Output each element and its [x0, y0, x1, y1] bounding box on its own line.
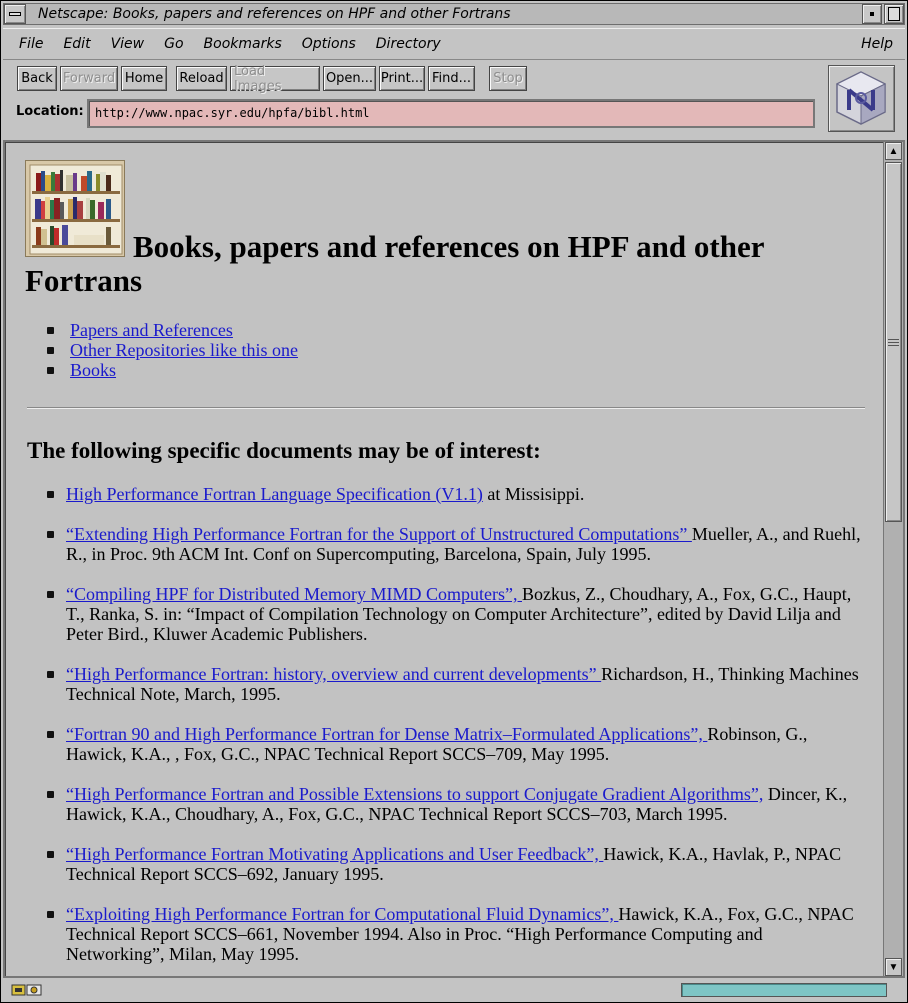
list-item: “High Performance Fortran Motivating App… [25, 844, 865, 884]
page-viewport[interactable]: Books, papers and references on HPF and … [3, 140, 905, 978]
load-images-button[interactable]: Load Images [230, 64, 320, 94]
bullet-icon [47, 347, 54, 354]
location-label: Location: [16, 104, 84, 119]
list-item: “Extending High Performance Fortran for … [25, 524, 865, 564]
scroll-down-arrow-icon[interactable]: ▼ [885, 958, 902, 976]
status-bar [3, 980, 905, 1001]
back-button[interactable]: Back [17, 66, 57, 91]
list-item: “Compiling HPF for Distributed Memory MI… [25, 584, 865, 644]
scroll-up-arrow-icon[interactable]: ▲ [885, 142, 902, 160]
reload-button[interactable]: Reload [176, 66, 227, 91]
minimize-icon[interactable] [862, 4, 882, 24]
page-title: Books, papers and references on HPF and … [25, 229, 764, 298]
title-bar[interactable]: Netscape: Books, papers and references o… [3, 3, 905, 25]
menu-directory[interactable]: Directory [376, 36, 441, 52]
document-citation: at Missisippi. [482, 484, 585, 504]
document-link[interactable]: “High Performance Fortran Motivating App… [66, 844, 603, 864]
menu-bar: File Edit View Go Bookmarks Options Dire… [3, 28, 905, 60]
bullet-icon [47, 491, 54, 498]
print-button[interactable]: Print... [379, 66, 425, 91]
page-content: Books, papers and references on HPF and … [5, 142, 883, 976]
bullet-icon [47, 791, 54, 798]
netscape-cube-logo[interactable] [828, 65, 895, 132]
open-button[interactable]: Open... [323, 66, 376, 91]
netscape-logo-graphic [835, 71, 887, 125]
menu-go[interactable]: Go [164, 36, 183, 52]
bullet-icon [47, 671, 54, 678]
menu-file[interactable]: File [19, 36, 43, 52]
list-item: Other Repositories like this one [25, 340, 298, 360]
menu-edit[interactable]: Edit [63, 36, 90, 52]
document-link[interactable]: “High Performance Fortran: history, over… [66, 664, 601, 684]
document-list: High Performance Fortran Language Specif… [25, 484, 865, 976]
find-button[interactable]: Find... [428, 66, 475, 91]
window-menu-icon[interactable] [4, 4, 26, 24]
list-item: High Performance Fortran Language Specif… [25, 484, 865, 504]
document-link[interactable]: High Performance Fortran Language Specif… [66, 484, 483, 504]
security-key-icon[interactable] [11, 983, 43, 997]
toc-link-repositories[interactable]: Other Repositories like this one [70, 340, 298, 360]
document-link[interactable]: “Exploiting High Performance Fortran for… [66, 904, 618, 924]
bullet-icon [47, 851, 54, 858]
bullet-icon [47, 731, 54, 738]
vertical-scrollbar[interactable]: ▲ ▼ [883, 142, 903, 976]
menu-bookmarks[interactable]: Bookmarks [204, 36, 282, 52]
list-item: Books [25, 360, 298, 380]
bullet-icon [47, 591, 54, 598]
list-item: Papers and References [25, 320, 298, 340]
document-link[interactable]: “High Performance Fortran and Possible E… [66, 784, 763, 804]
window-title: Netscape: Books, papers and references o… [38, 6, 511, 22]
scrollbar-thumb[interactable] [885, 162, 902, 522]
section-heading: The following specific documents may be … [27, 438, 541, 463]
maximize-icon[interactable] [884, 4, 904, 24]
list-item: “High Performance Fortran and Possible E… [25, 784, 865, 824]
progress-bar [681, 983, 887, 997]
bullet-icon [47, 531, 54, 538]
toc-link-papers[interactable]: Papers and References [70, 320, 233, 340]
stop-button[interactable]: Stop [489, 66, 527, 91]
menu-help[interactable]: Help [861, 36, 893, 52]
list-item: “Exploiting High Performance Fortran for… [25, 904, 865, 964]
forward-button[interactable]: Forward [60, 66, 118, 91]
list-item: “Fortran 90 and High Performance Fortran… [25, 724, 865, 764]
document-link[interactable]: “Extending High Performance Fortran for … [66, 524, 692, 544]
toolbar: Back Forward Home Reload Load Images Ope… [17, 64, 527, 94]
menu-options[interactable]: Options [302, 36, 356, 52]
browser-window: Netscape: Books, papers and references o… [0, 0, 908, 1003]
bullet-icon [47, 367, 54, 374]
home-button[interactable]: Home [121, 66, 167, 91]
table-of-contents: Papers and References Other Repositories… [25, 320, 298, 380]
toc-link-books[interactable]: Books [70, 360, 116, 380]
list-item: “High Performance Fortran: history, over… [25, 664, 865, 704]
menu-view[interactable]: View [111, 36, 145, 52]
document-link[interactable]: “Compiling HPF for Distributed Memory MI… [66, 584, 522, 604]
location-input[interactable]: http://www.npac.syr.edu/hpfa/bibl.html [87, 99, 815, 128]
document-link[interactable]: “Fortran 90 and High Performance Fortran… [66, 724, 707, 744]
bullet-icon [47, 911, 54, 918]
horizontal-rule [27, 407, 865, 409]
bullet-icon [47, 327, 54, 334]
